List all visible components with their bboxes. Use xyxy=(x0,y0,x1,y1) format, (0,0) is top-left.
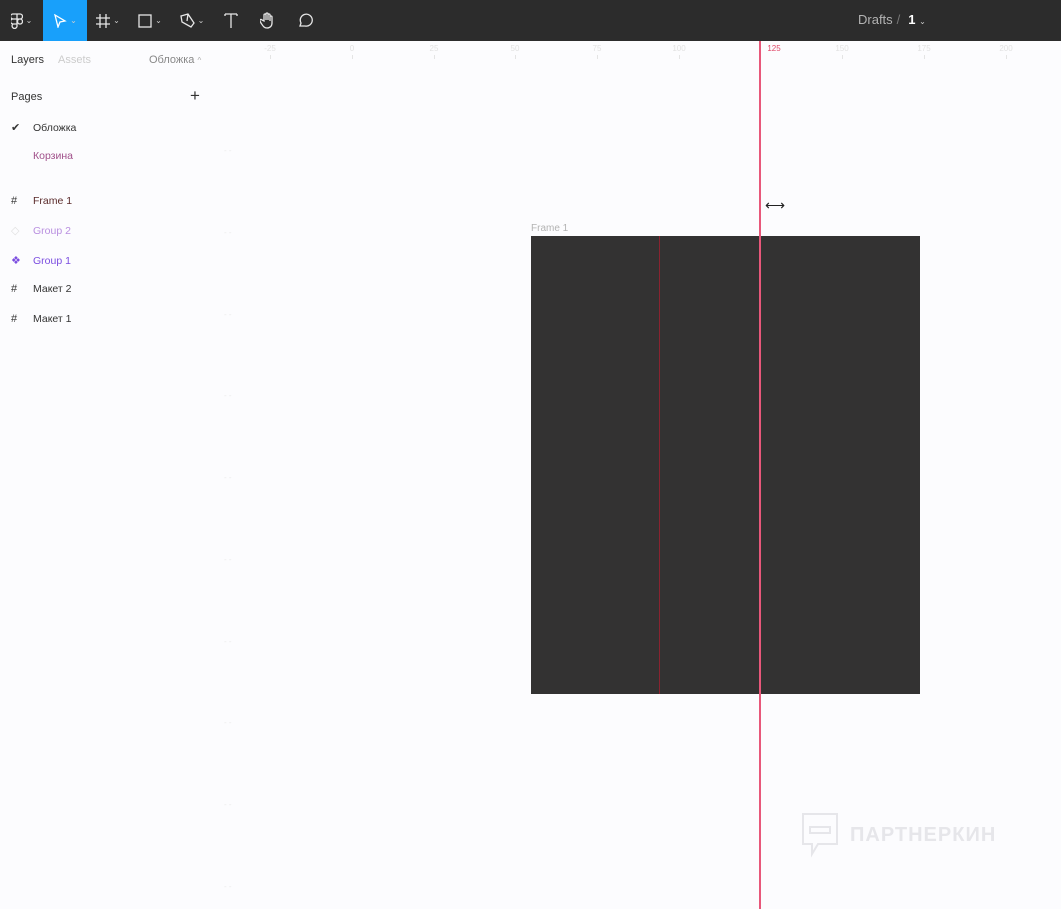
component-outline-icon: ◇ xyxy=(11,225,20,237)
horizontal-ruler: -25 0 25 50 75 100 125 150 175 200 xyxy=(218,41,1061,63)
chevron-down-icon: ⌄ xyxy=(197,16,205,25)
layer-label: Group 2 xyxy=(33,224,71,237)
watermark-text: ПАРТНЕРКИН xyxy=(850,823,997,846)
watermark-logo-icon xyxy=(802,813,838,858)
frame-icon: # xyxy=(11,313,18,325)
layer-item[interactable]: ❖ Group 1 xyxy=(11,254,71,268)
ruler-label: 150 xyxy=(835,44,849,53)
rectangle-icon xyxy=(138,13,152,28)
ruler-guide[interactable] xyxy=(759,41,761,909)
main-menu-button[interactable]: ⌄ xyxy=(0,0,43,41)
layer-item[interactable]: # Frame 1 xyxy=(11,195,72,207)
ruler-label: -25 xyxy=(264,44,276,53)
ruler-label: 75 xyxy=(592,44,602,53)
layer-label: Макет 2 xyxy=(33,283,72,295)
watermark: ПАРТНЕРКИН xyxy=(800,812,996,858)
frame-1[interactable] xyxy=(531,236,920,694)
tab-layers[interactable]: Layers xyxy=(11,54,44,66)
breadcrumb-file[interactable]: 1 xyxy=(908,12,915,27)
ruler-label: 25 xyxy=(429,44,439,53)
component-icon: ❖ xyxy=(11,255,21,267)
resize-horizontal-cursor-icon: ⟷ xyxy=(765,197,786,213)
layer-label: Frame 1 xyxy=(33,195,73,207)
hand-tool-button[interactable] xyxy=(249,0,287,41)
chevron-down-icon: ⌄ xyxy=(70,16,77,25)
current-page-label: Обложка xyxy=(149,54,195,66)
ruler-label: 200 xyxy=(999,44,1013,53)
layer-label: Макет 1 xyxy=(33,313,72,325)
pen-tool-button[interactable]: ⌄ xyxy=(171,0,213,41)
frame-icon: # xyxy=(11,283,18,295)
page-item[interactable]: ✔ Обложка xyxy=(11,121,77,135)
frame-label[interactable]: Frame 1 xyxy=(531,223,568,234)
comment-tool-button[interactable] xyxy=(287,0,323,41)
ruler-label: 50 xyxy=(510,44,520,53)
frame-icon xyxy=(96,13,111,28)
layout-guide xyxy=(659,236,660,694)
chevron-up-icon: ^ xyxy=(197,56,202,65)
ruler-label-highlight: 125 xyxy=(767,44,781,53)
ruler-label: 0 xyxy=(349,44,355,53)
layer-item[interactable]: # Макет 1 xyxy=(11,313,71,325)
pages-heading: Pages xyxy=(11,91,43,103)
shape-tool-button[interactable]: ⌄ xyxy=(129,0,171,41)
page-selector[interactable]: Обложка ^ xyxy=(149,54,201,66)
figma-logo-icon xyxy=(10,12,23,29)
breadcrumb-separator: / xyxy=(896,12,901,27)
toolbar: ⌄ ⌄ ⌄ ⌄ ⌄ Drafts/ 1 ⌄ xyxy=(0,0,1061,41)
comment-icon xyxy=(299,12,313,27)
add-page-button[interactable]: + xyxy=(190,86,200,106)
chevron-down-icon: ⌄ xyxy=(155,16,162,25)
frame-icon: # xyxy=(11,195,18,207)
pen-icon xyxy=(179,13,195,28)
file-breadcrumb[interactable]: Drafts/ 1 ⌄ xyxy=(858,12,926,27)
tab-assets[interactable]: Assets xyxy=(58,54,91,66)
check-icon: ✔ xyxy=(11,122,21,134)
chevron-down-icon[interactable]: ⌄ xyxy=(919,17,926,26)
chevron-down-icon: ⌄ xyxy=(25,16,33,25)
breadcrumb-folder[interactable]: Drafts xyxy=(858,12,893,27)
page-label: Обложка xyxy=(33,121,77,134)
move-tool-button[interactable]: ⌄ xyxy=(43,0,87,41)
cursor-icon xyxy=(54,13,67,28)
frame-tool-button[interactable]: ⌄ xyxy=(87,0,129,41)
hand-icon xyxy=(260,12,273,29)
page-label: Корзина xyxy=(33,150,73,162)
layer-label: Group 1 xyxy=(33,254,71,267)
chevron-down-icon: ⌄ xyxy=(113,16,120,25)
ruler-label: 175 xyxy=(917,44,931,53)
layer-item[interactable]: ◇ Group 2 xyxy=(11,224,71,238)
text-icon xyxy=(224,13,238,28)
ruler-label: 100 xyxy=(672,44,686,53)
layer-item[interactable]: # Макет 2 xyxy=(11,283,71,295)
text-tool-button[interactable] xyxy=(213,0,249,41)
page-item[interactable]: Корзина xyxy=(11,150,73,162)
layers-panel: Layers Assets Обложка ^ Pages + ✔ Обложка … xyxy=(0,41,218,909)
